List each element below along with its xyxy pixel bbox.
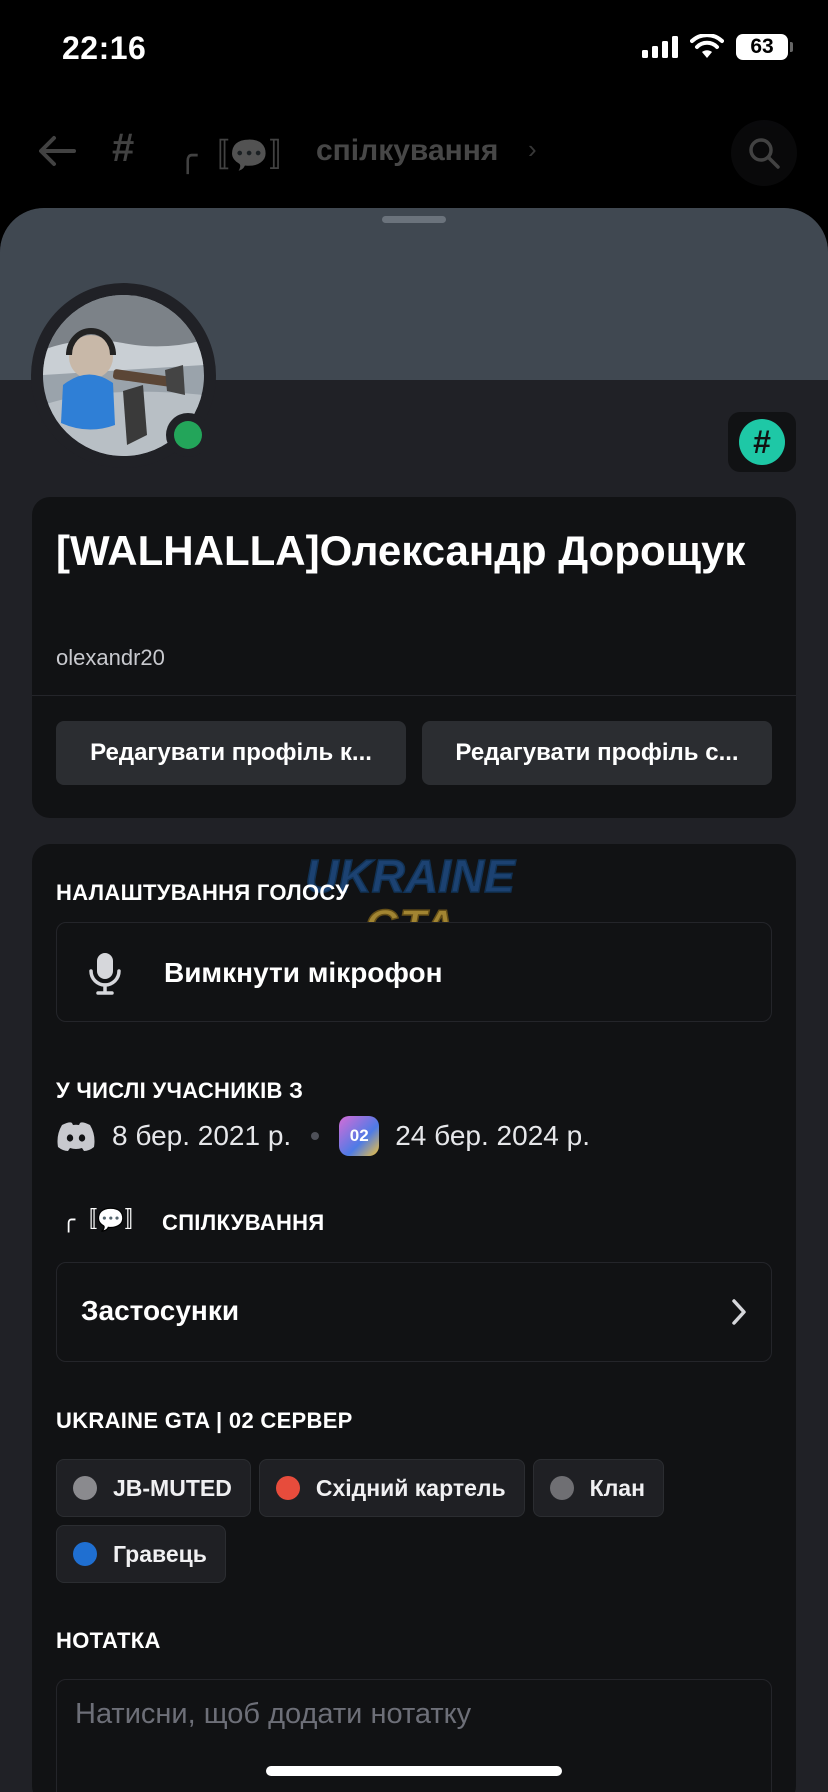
- server-join-date: 24 бер. 2024 р.: [395, 1120, 590, 1151]
- member-since-title: У ЧИСЛІ УЧАСНИКІВ З: [56, 1078, 304, 1103]
- role-chip[interactable]: JB-MUTED: [56, 1459, 251, 1517]
- edit-server-profile-button[interactable]: Редагувати профіль к...: [56, 721, 406, 785]
- drag-handle[interactable]: [382, 216, 446, 223]
- roles-section-title: UKRAINE GTA | 02 СЕРВЕР: [56, 1408, 353, 1433]
- role-name: Гравець: [113, 1540, 207, 1567]
- separator-dot: [311, 1132, 320, 1140]
- role-name: JB-MUTED: [113, 1474, 232, 1501]
- chevron-right-icon: ›: [528, 134, 537, 164]
- role-color-dot: [73, 1476, 97, 1500]
- hash-badge-icon: #: [739, 419, 785, 465]
- battery-icon: 63: [736, 34, 793, 60]
- profile-sheet: # [WALHALLA]Олександр Дорощук olexandr20…: [0, 208, 828, 1792]
- note-title: НОТАТКА: [56, 1628, 161, 1653]
- online-status-indicator: [166, 413, 210, 457]
- channel-section-title: СПІЛКУВАННЯ: [162, 1210, 325, 1235]
- apps-label: Застосунки: [81, 1295, 240, 1326]
- name-card: [WALHALLA]Олександр Дорощук olexandr20 Р…: [32, 497, 796, 818]
- server-icon: 02: [339, 1116, 380, 1156]
- channel-hash-icon: #: [112, 126, 135, 170]
- chevron-right-icon: [732, 1299, 746, 1325]
- home-indicator[interactable]: [266, 1766, 562, 1776]
- note-placeholder: Натисни, щоб додати нотатку: [75, 1698, 472, 1730]
- channel-section-prefix: ╭〚💬〛: [62, 1207, 147, 1232]
- roles-list: JB-MUTED Східний картель Клан Гравець: [56, 1459, 772, 1583]
- role-chip[interactable]: Східний картель: [258, 1459, 525, 1517]
- status-bar: 22:16 63: [0, 0, 828, 100]
- apps-row[interactable]: Застосунки: [56, 1262, 772, 1362]
- voice-settings-title: НАЛАШТУВАННЯ ГОЛОСУ: [56, 880, 350, 905]
- discord-icon: [57, 1122, 95, 1151]
- role-name: Клан: [589, 1474, 645, 1501]
- search-button[interactable]: [731, 120, 797, 186]
- wifi-icon: [690, 34, 724, 58]
- divider: [32, 695, 796, 696]
- role-chip[interactable]: Гравець: [56, 1525, 226, 1583]
- role-color-dot: [275, 1476, 300, 1500]
- channel-header: # ╭〚💬〛 спілкування ›: [0, 100, 828, 205]
- avatar-container[interactable]: [31, 283, 216, 468]
- microphone-icon: [89, 953, 121, 995]
- role-color-dot: [73, 1542, 97, 1566]
- discord-join-date: 8 бер. 2021 р.: [112, 1120, 292, 1151]
- mute-microphone-row[interactable]: Вимкнути мікрофон: [56, 922, 772, 1022]
- channel-name[interactable]: спілкування: [316, 134, 498, 168]
- display-name: [WALHALLA]Олександр Дорощук: [56, 527, 746, 574]
- username: olexandr20: [56, 645, 165, 670]
- status-time: 22:16: [62, 30, 147, 66]
- back-arrow-icon[interactable]: [36, 130, 78, 172]
- role-name: Східний картель: [315, 1474, 506, 1501]
- profile-badge[interactable]: #: [728, 412, 796, 472]
- channel-prefix: ╭〚💬〛: [178, 137, 302, 173]
- edit-main-profile-button[interactable]: Редагувати профіль с...: [422, 721, 772, 785]
- search-icon: [749, 138, 780, 169]
- cellular-signal-icon: [642, 36, 678, 58]
- role-color-dot: [549, 1476, 574, 1500]
- info-card: UKRAINE GTA НАЛАШТУВАННЯ ГОЛОСУ Вимкнути…: [32, 844, 796, 1792]
- role-chip[interactable]: Клан: [532, 1459, 664, 1517]
- status-indicators: 63: [642, 34, 793, 60]
- member-since-row: 8 бер. 2021 р. 02 24 бер. 2024 р.: [56, 1114, 590, 1158]
- mute-microphone-label: Вимкнути мікрофон: [164, 957, 443, 988]
